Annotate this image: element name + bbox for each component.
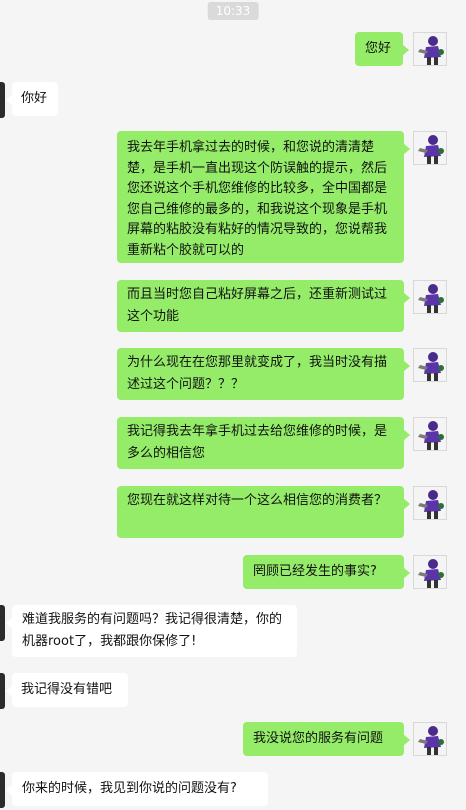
user-avatar[interactable] <box>413 131 447 165</box>
message-bubble-received[interactable]: 你来的时候，我见到你说的问题没有? <box>6 772 268 806</box>
avatar-figure-icon <box>414 487 446 519</box>
message-bubble-received[interactable]: 我记得没有错吧 <box>6 673 128 707</box>
message-bubble-received[interactable]: 你好 <box>6 82 58 116</box>
user-avatar[interactable] <box>413 722 447 756</box>
avatar-figure-icon <box>414 418 446 450</box>
message-bubble-sent[interactable]: 您现在就这样对待一个这么相信您的消费者？ <box>117 486 410 538</box>
message-bubble-sent[interactable]: 您好 <box>355 32 409 66</box>
message-bubble-sent[interactable]: 而且当时您自己粘好屏幕之后，还重新测试过这个功能 <box>117 280 410 332</box>
avatar-figure-icon <box>414 556 446 588</box>
contact-avatar[interactable] <box>0 82 5 118</box>
user-avatar[interactable] <box>413 32 447 66</box>
avatar-figure-icon <box>414 281 446 313</box>
user-avatar[interactable] <box>413 348 447 382</box>
user-avatar[interactable] <box>413 555 447 589</box>
contact-avatar[interactable] <box>0 673 5 709</box>
timestamp: 10:33 <box>207 2 259 20</box>
user-avatar[interactable] <box>413 280 447 314</box>
message-bubble-sent[interactable]: 为什么现在在您那里就变成了，我当时没有描述过这个问题？？？ <box>117 348 410 400</box>
avatar-figure-icon <box>414 349 446 381</box>
avatar-figure-icon <box>414 723 446 755</box>
user-avatar[interactable] <box>413 417 447 451</box>
contact-avatar[interactable] <box>0 605 5 641</box>
message-bubble-sent[interactable]: 我记得我去年拿手机过去给您维修的时候，是多么的相信您 <box>117 417 410 469</box>
message-bubble-sent[interactable]: 我去年手机拿过去的时候，和您说的清清楚楚，是手机一直出现这个防误触的提示，然后您… <box>117 131 410 263</box>
contact-avatar[interactable] <box>0 772 5 808</box>
message-bubble-sent[interactable]: 罔顾已经发生的事实? <box>243 555 410 589</box>
user-avatar[interactable] <box>413 486 447 520</box>
message-bubble-sent[interactable]: 我没说您的服务有问题 <box>243 722 410 756</box>
chat-window: 10:33 您好 你好 我去年手机拿过去的时候，和您说的清清楚楚，是手机一直出现… <box>0 0 466 810</box>
avatar-figure-icon <box>414 132 446 164</box>
message-bubble-received[interactable]: 难道我服务的有问题吗？我记得很清楚，你的机器root了，我都跟你保修了! <box>6 605 297 657</box>
avatar-figure-icon <box>414 33 446 65</box>
